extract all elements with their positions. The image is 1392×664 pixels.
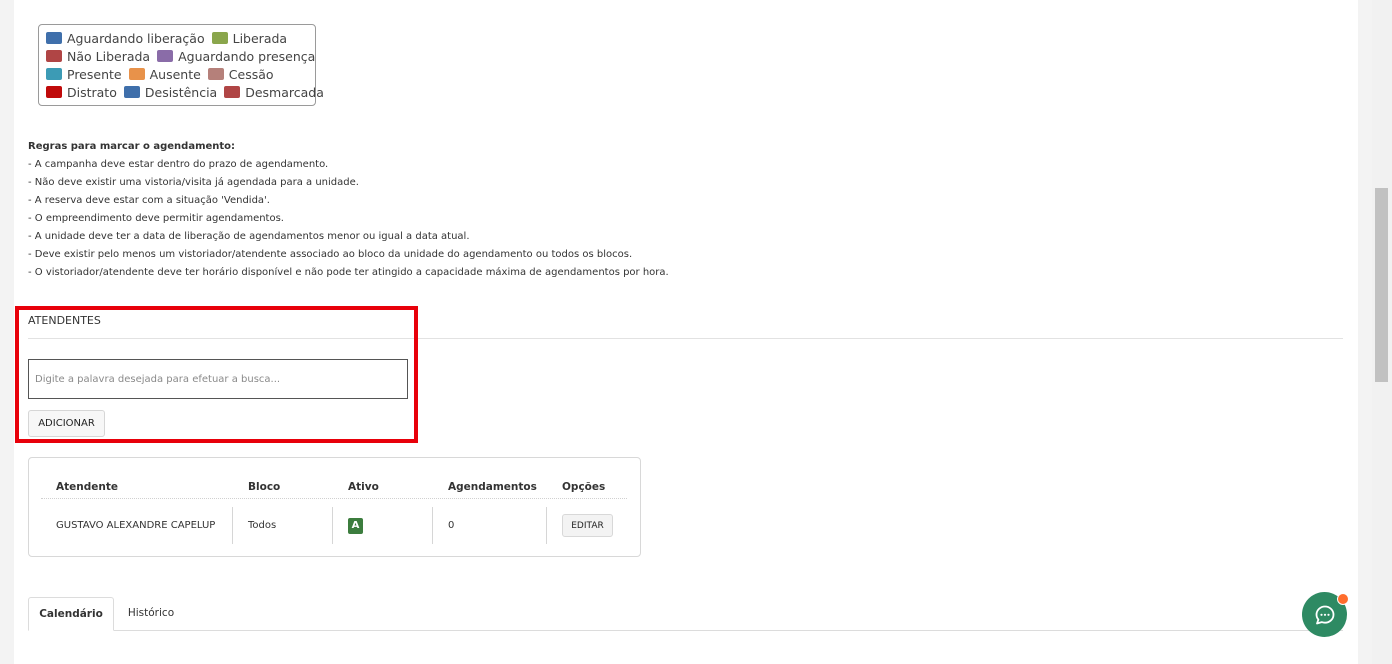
active-status-badge: A: [348, 518, 363, 534]
rule-item: - O vistoriador/atendente deve ter horár…: [28, 267, 669, 278]
legend-row: Distrato Desistência Desmarcada: [46, 83, 324, 101]
tab-historico[interactable]: Histórico: [115, 597, 187, 631]
legend-label: Desmarcada: [245, 84, 324, 100]
legend-row: Não Liberada Aguardando presença: [46, 47, 315, 65]
legend-item: Cessão: [207, 66, 274, 82]
legend-row: Aguardando liberação Liberada: [46, 29, 315, 47]
legend-row: Presente Ausente Cessão: [46, 65, 315, 83]
legend-swatch: [46, 68, 62, 80]
legend-label: Liberada: [232, 30, 288, 46]
legend-label: Presente: [67, 66, 122, 82]
rule-item: - A campanha deve estar dentro do prazo …: [28, 159, 329, 170]
scrollbar-thumb[interactable]: [1375, 188, 1388, 382]
rule-item: - Deve existir pelo menos um vistoriador…: [28, 249, 633, 260]
legend-item: Desistência: [123, 84, 218, 100]
rule-item: - O empreendimento deve permitir agendam…: [28, 213, 284, 224]
legend-swatch: [157, 50, 174, 62]
column-header-ativo: Ativo: [348, 481, 379, 493]
legend-label: Distrato: [67, 84, 117, 100]
legend-item: Presente: [46, 67, 122, 82]
column-header-agendamentos: Agendamentos: [448, 481, 537, 493]
tab-calendario[interactable]: Calendário: [28, 597, 114, 631]
status-legend: Aguardando liberação Liberada Não Libera…: [38, 24, 324, 106]
legend-label: Aguardando liberação: [67, 30, 205, 46]
header-separator: [41, 498, 627, 499]
legend-swatch: [224, 86, 241, 98]
rule-item: - Não deve existir uma vistoria/visita j…: [28, 177, 359, 188]
legend-label: Desistência: [144, 84, 218, 100]
legend-swatch: [46, 32, 62, 44]
legend-swatch: [128, 68, 145, 80]
legend-swatch: [211, 32, 228, 44]
cell-atendente: GUSTAVO ALEXANDRE CAPELUP: [56, 520, 216, 531]
cell-separator: [232, 507, 233, 544]
legend-item: Não Liberada: [46, 49, 150, 64]
legend-label: Cessão: [228, 66, 274, 82]
rule-item: - A unidade deve ter a data de liberação…: [28, 231, 470, 242]
legend-item: Distrato: [46, 85, 117, 100]
column-header-opcoes: Opções: [562, 481, 606, 493]
legend-label: Ausente: [149, 66, 201, 82]
legend-item: Aguardando liberação: [46, 31, 205, 46]
cell-separator: [332, 507, 333, 544]
highlight-box: [15, 306, 418, 443]
chat-bubble-icon: [1315, 605, 1334, 624]
legend-label: Aguardando presença: [178, 48, 316, 64]
legend-item: Desmarcada: [224, 85, 324, 100]
cell-separator: [432, 507, 433, 544]
notification-dot: [1337, 593, 1349, 605]
legend-swatch: [207, 68, 224, 80]
tabs-divider: [28, 630, 1343, 631]
scrollbar[interactable]: [1372, 0, 1392, 664]
legend-swatch: [46, 50, 62, 62]
legend-swatch: [46, 86, 62, 98]
column-header-atendente: Atendente: [56, 481, 118, 493]
edit-button[interactable]: EDITAR: [562, 514, 613, 537]
attendants-table: [28, 457, 641, 557]
legend-item: Liberada: [211, 30, 288, 46]
rule-item: - A reserva deve estar com a situação 'V…: [28, 195, 270, 206]
cell-agendamentos: 0: [448, 520, 455, 531]
legend-item: Aguardando presença: [157, 49, 315, 64]
scheduling-rules: Regras para marcar o agendamento: - A ca…: [28, 138, 669, 282]
legend-label: Não Liberada: [67, 48, 151, 64]
cell-separator: [546, 507, 547, 544]
legend-swatch: [123, 86, 140, 98]
cell-bloco: Todos: [248, 520, 277, 531]
rules-title: Regras para marcar o agendamento:: [28, 141, 236, 152]
column-header-bloco: Bloco: [248, 481, 281, 493]
legend-item: Ausente: [128, 66, 201, 82]
